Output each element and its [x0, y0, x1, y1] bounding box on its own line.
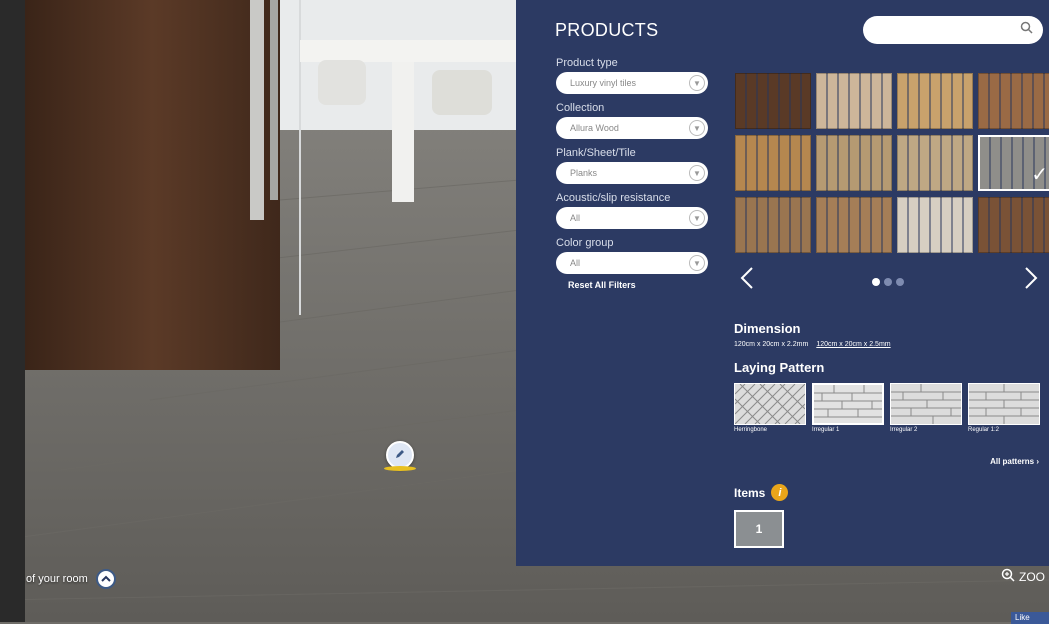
search-icon[interactable] — [1020, 21, 1033, 37]
laying-pattern-title: Laying Pattern — [734, 360, 825, 375]
pattern-irregular-2[interactable]: Irregular 2 — [890, 383, 962, 433]
pattern-label: Irregular 2 — [890, 427, 918, 433]
dimension-title: Dimension — [734, 321, 801, 336]
items-header: Items i — [734, 484, 789, 501]
prev-arrow-icon[interactable] — [740, 266, 754, 294]
select-value: Allura Wood — [570, 123, 619, 133]
filter-product-type: Product type Luxury vinyl tiles ▼ — [556, 55, 708, 94]
products-panel: PRODUCTS Product type Luxury vinyl tiles… — [516, 0, 1049, 566]
filter-collection: Collection Allura Wood ▼ — [556, 100, 708, 139]
filter-label: Product type — [556, 57, 618, 69]
pager-dot[interactable] — [872, 278, 880, 286]
info-icon[interactable]: i — [771, 484, 789, 501]
facebook-like-button[interactable]: Like — [1011, 612, 1049, 624]
pattern-irregular-1[interactable]: Irregular 1 — [812, 383, 884, 433]
select-value: Planks — [570, 168, 598, 178]
all-patterns-label: All patterns — [990, 457, 1035, 466]
chevron-up-icon[interactable] — [95, 569, 116, 589]
collection-select[interactable]: Allura Wood ▼ — [556, 117, 708, 139]
filter-acoustic-slip: Acoustic/slip resistance All ▼ — [556, 190, 708, 229]
room-toggle[interactable]: of your room — [26, 568, 116, 590]
zoom-icon — [1001, 568, 1015, 585]
select-value: All — [570, 213, 581, 223]
pattern-label: Regular 1:2 — [968, 427, 1000, 433]
herringbone-thumbnail — [734, 383, 806, 425]
marker-base — [384, 466, 416, 471]
select-value: All — [570, 258, 581, 268]
irregular-1-thumbnail — [812, 383, 884, 425]
search-input[interactable] — [875, 16, 1019, 44]
select-value: Luxury vinyl tiles — [570, 78, 637, 88]
chevron-right-icon: › — [1036, 457, 1039, 466]
filter-label: Acoustic/slip resistance — [556, 192, 671, 204]
pattern-label: Herringbone — [734, 427, 768, 433]
pager-dot[interactable] — [896, 278, 904, 286]
filter-plank-sheet-tile: Plank/Sheet/Tile Planks ▼ — [556, 145, 708, 184]
product-swatch-grid: ✓ — [735, 73, 1049, 253]
product-swatch[interactable] — [897, 197, 973, 253]
product-swatch[interactable]: ✓ — [978, 135, 1049, 191]
acoustic-slip-select[interactable]: All ▼ — [556, 207, 708, 229]
filter-label: Plank/Sheet/Tile — [556, 147, 636, 159]
filter-color-group: Color group All ▼ — [556, 235, 708, 274]
color-group-select[interactable]: All ▼ — [556, 252, 708, 274]
filter-label: Color group — [556, 237, 614, 249]
item-thumbnail[interactable]: 1 — [734, 510, 784, 548]
items-title: Items — [734, 485, 766, 500]
chevron-down-icon: ▼ — [689, 255, 705, 271]
zoom-label: ZOO — [1019, 569, 1045, 584]
pattern-herringbone[interactable]: Herringbone — [734, 383, 806, 433]
pattern-regular-1-2[interactable]: Regular 1:2 — [968, 383, 1040, 433]
pager-dots — [872, 278, 904, 286]
item-number: 1 — [755, 522, 763, 536]
edit-floor-marker[interactable] — [386, 441, 414, 469]
dimension-option[interactable]: 120cm x 20cm x 2.2mm — [734, 341, 808, 348]
irregular-2-thumbnail — [890, 383, 962, 425]
product-swatch[interactable] — [816, 73, 892, 129]
dimension-options: 120cm x 20cm x 2.2mm 120cm x 20cm x 2.5m… — [734, 341, 891, 348]
regular-1-2-thumbnail — [968, 383, 1040, 425]
product-swatch[interactable] — [735, 73, 811, 129]
chevron-down-icon: ▼ — [689, 75, 705, 91]
product-swatch[interactable] — [978, 73, 1049, 129]
product-swatch[interactable] — [735, 197, 811, 253]
plank-sheet-tile-select[interactable]: Planks ▼ — [556, 162, 708, 184]
product-swatch[interactable] — [735, 135, 811, 191]
room-label-text: of your room — [26, 573, 88, 585]
dimension-option-selected[interactable]: 120cm x 20cm x 2.5mm — [816, 341, 890, 348]
search-box[interactable] — [863, 16, 1043, 44]
product-swatch[interactable] — [816, 197, 892, 253]
product-type-select[interactable]: Luxury vinyl tiles ▼ — [556, 72, 708, 94]
next-arrow-icon[interactable] — [1024, 266, 1038, 294]
product-swatch[interactable] — [897, 73, 973, 129]
product-swatch[interactable] — [978, 197, 1049, 253]
pager-dot[interactable] — [884, 278, 892, 286]
filters: Product type Luxury vinyl tiles ▼ Collec… — [556, 55, 708, 290]
chevron-down-icon: ▼ — [689, 210, 705, 226]
laying-patterns: Herringbone Irregular 1 Irregular 2 Regu… — [734, 383, 1040, 433]
checkmark-icon: ✓ — [1031, 164, 1048, 186]
zoom-button[interactable]: ZOO — [1001, 568, 1045, 585]
product-swatch[interactable] — [897, 135, 973, 191]
chevron-down-icon: ▼ — [689, 165, 705, 181]
panel-title: PRODUCTS — [555, 20, 659, 40]
pattern-label: Irregular 1 — [812, 427, 840, 433]
pencil-icon — [394, 447, 406, 463]
product-swatch[interactable] — [816, 135, 892, 191]
chevron-down-icon: ▼ — [689, 120, 705, 136]
filter-label: Collection — [556, 102, 605, 114]
reset-filters-link[interactable]: Reset All Filters — [568, 280, 708, 290]
all-patterns-link[interactable]: All patterns › — [990, 457, 1039, 466]
